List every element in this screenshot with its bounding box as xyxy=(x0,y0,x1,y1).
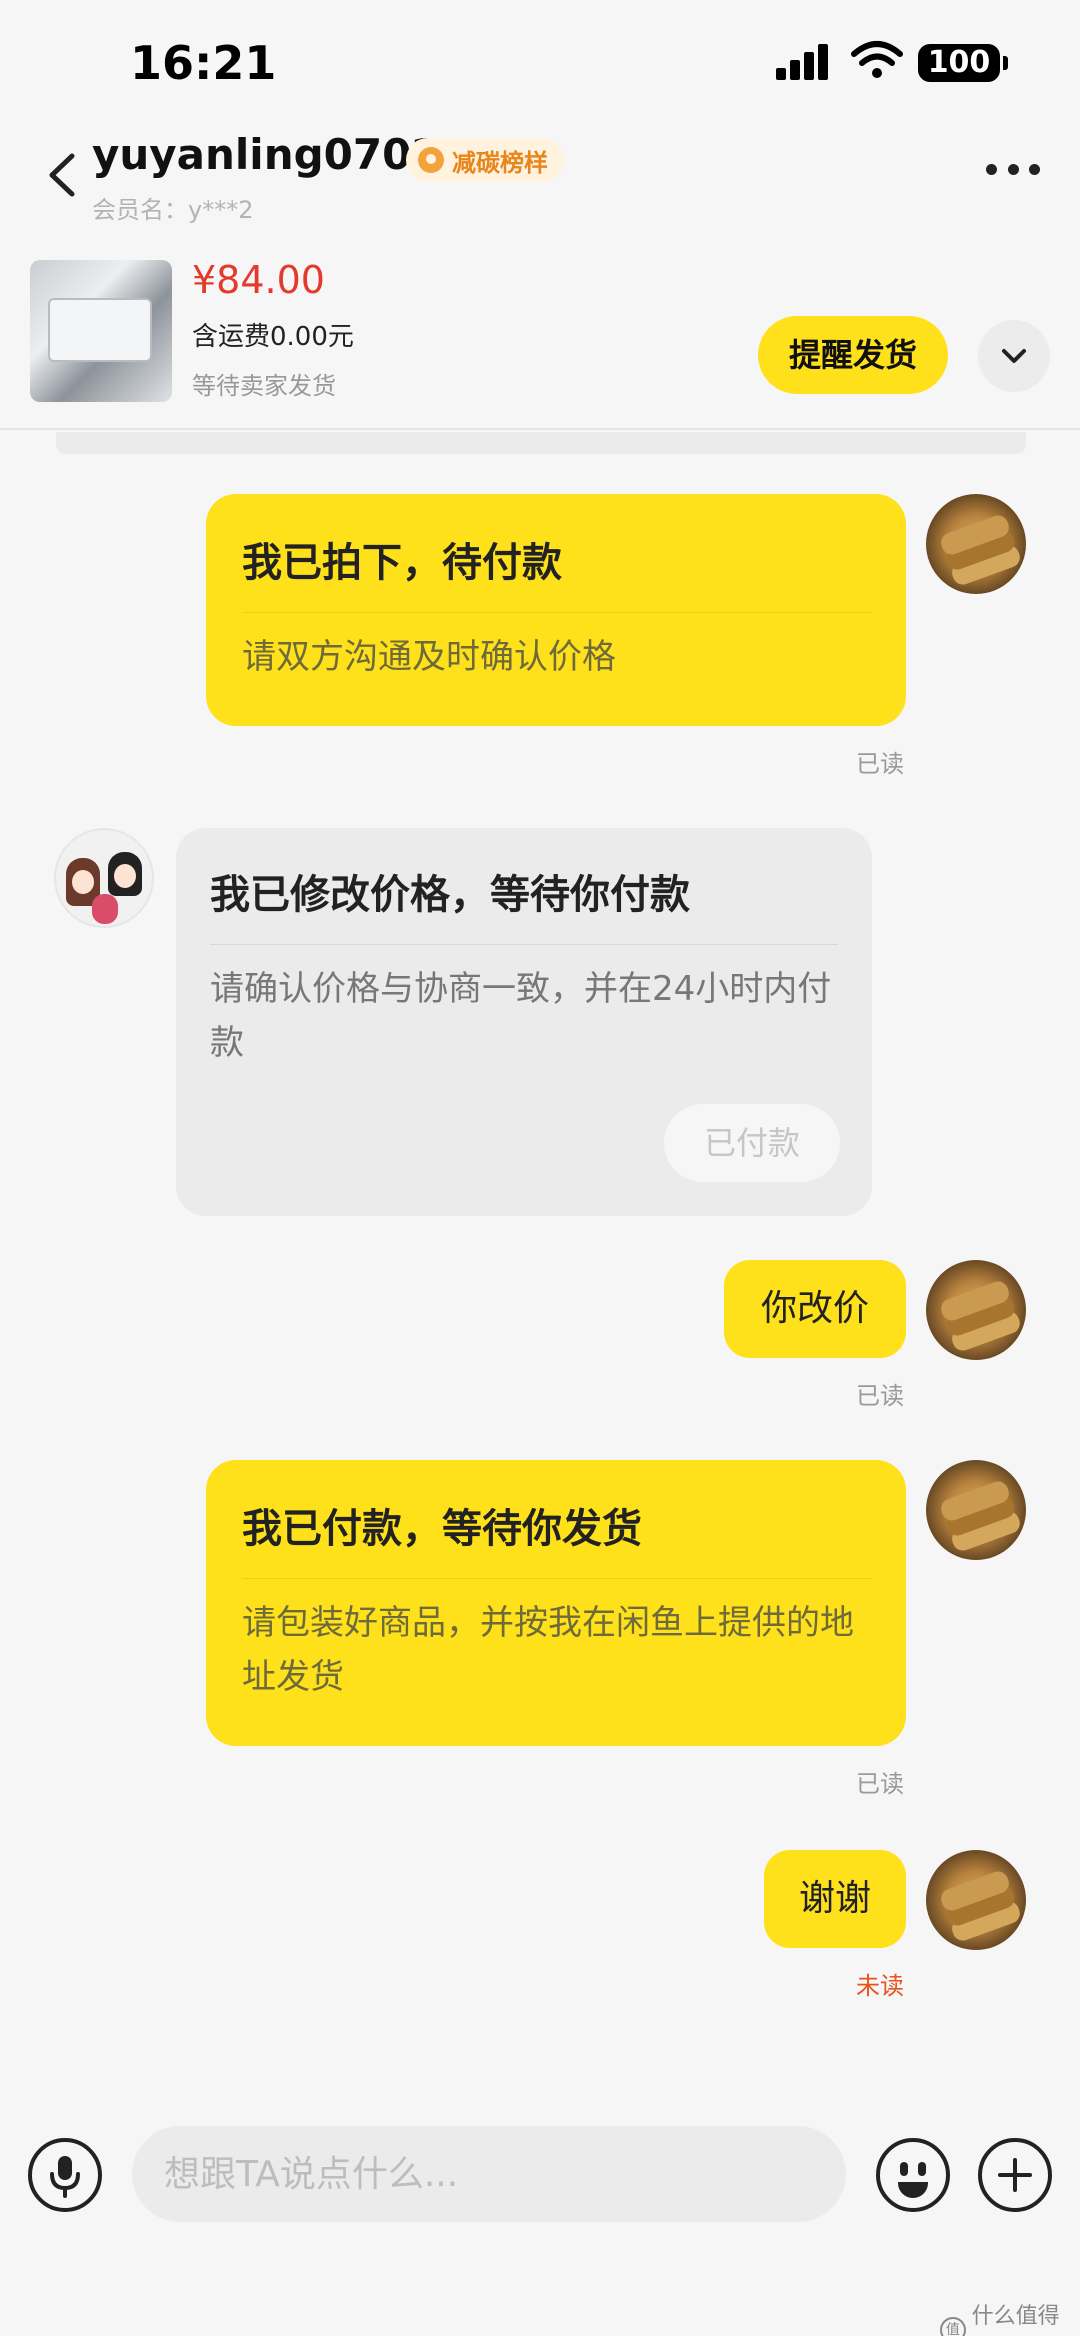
card-title: 我已修改价格，等待你付款 xyxy=(210,872,690,918)
order-status: 等待卖家发货 xyxy=(192,372,336,400)
member-name: 会员名：y***2 xyxy=(92,190,253,225)
chat-username[interactable]: yuyanling0702 xyxy=(92,130,441,179)
microphone-icon xyxy=(50,2156,80,2198)
badge-icon xyxy=(418,147,444,173)
order-card-price-changed[interactable]: 我已修改价格，等待你付款 请确认价格与协商一致，并在24小时内付款 已付款 xyxy=(176,828,872,1216)
back-icon[interactable] xyxy=(44,150,80,200)
seller-avatar[interactable] xyxy=(54,828,154,928)
card-divider xyxy=(210,944,838,945)
watermark: 值 什么值得买 xyxy=(940,2298,1080,2336)
emoji-icon xyxy=(900,2162,908,2176)
read-status: 已读 xyxy=(856,1770,904,1798)
remind-ship-button[interactable]: 提醒发货 xyxy=(758,316,948,394)
my-avatar[interactable] xyxy=(926,1850,1026,1950)
badge-label: 减碳榜样 xyxy=(452,148,548,177)
add-attachment-button[interactable] xyxy=(978,2138,1052,2212)
status-bar: 16:21 100 xyxy=(0,0,1080,120)
read-status: 已读 xyxy=(856,1382,904,1410)
my-avatar[interactable] xyxy=(926,494,1026,594)
watermark-logo: 值 xyxy=(940,2317,966,2336)
more-options-icon[interactable] xyxy=(986,164,1040,178)
card-title: 我已拍下，待付款 xyxy=(242,540,562,586)
product-thumbnail[interactable] xyxy=(30,260,172,402)
member-label: 会员名： xyxy=(92,196,188,224)
card-desc: 请确认价格与协商一致，并在24小时内付款 xyxy=(210,969,832,1063)
message-bubble[interactable]: 你改价 xyxy=(724,1260,906,1358)
message-bubble[interactable]: 谢谢 xyxy=(764,1850,906,1948)
read-status: 已读 xyxy=(856,750,904,778)
watermark-text: 什么值得买 xyxy=(971,2304,1060,2329)
expand-button[interactable] xyxy=(978,320,1050,392)
my-avatar[interactable] xyxy=(926,1460,1026,1560)
battery-icon: 100 xyxy=(918,44,1008,82)
paid-button[interactable]: 已付款 xyxy=(664,1104,840,1182)
wifi-icon xyxy=(851,41,903,78)
emoji-button[interactable] xyxy=(876,2138,950,2212)
my-avatar[interactable] xyxy=(926,1260,1026,1360)
cut-off-message xyxy=(56,432,1026,454)
card-desc: 请包装好商品，并按我在闲鱼上提供的地址发货 xyxy=(242,1603,854,1697)
status-time: 16:21 xyxy=(130,36,277,90)
card-title: 我已付款，等待你发货 xyxy=(242,1506,642,1552)
voice-button[interactable] xyxy=(28,2138,102,2212)
cellular-signal-icon xyxy=(776,44,832,80)
order-card-paid[interactable]: 我已付款，等待你发货 请包装好商品，并按我在闲鱼上提供的地址发货 xyxy=(206,1460,906,1746)
card-desc: 请双方沟通及时确认价格 xyxy=(242,637,616,677)
message-input[interactable] xyxy=(132,2126,846,2222)
carbon-badge[interactable]: 减碳榜样 xyxy=(406,138,564,182)
card-divider xyxy=(242,612,872,613)
order-card-placed[interactable]: 我已拍下，待付款 请双方沟通及时确认价格 xyxy=(206,494,906,726)
chevron-down-icon xyxy=(1002,349,1026,363)
product-price: ¥84.00 xyxy=(192,258,325,302)
member-value: y***2 xyxy=(188,196,254,224)
header-divider xyxy=(0,428,1080,430)
card-divider xyxy=(242,1578,872,1579)
shipping-fee: 含运费0.00元 xyxy=(192,322,354,352)
unread-status: 未读 xyxy=(856,1972,904,2000)
